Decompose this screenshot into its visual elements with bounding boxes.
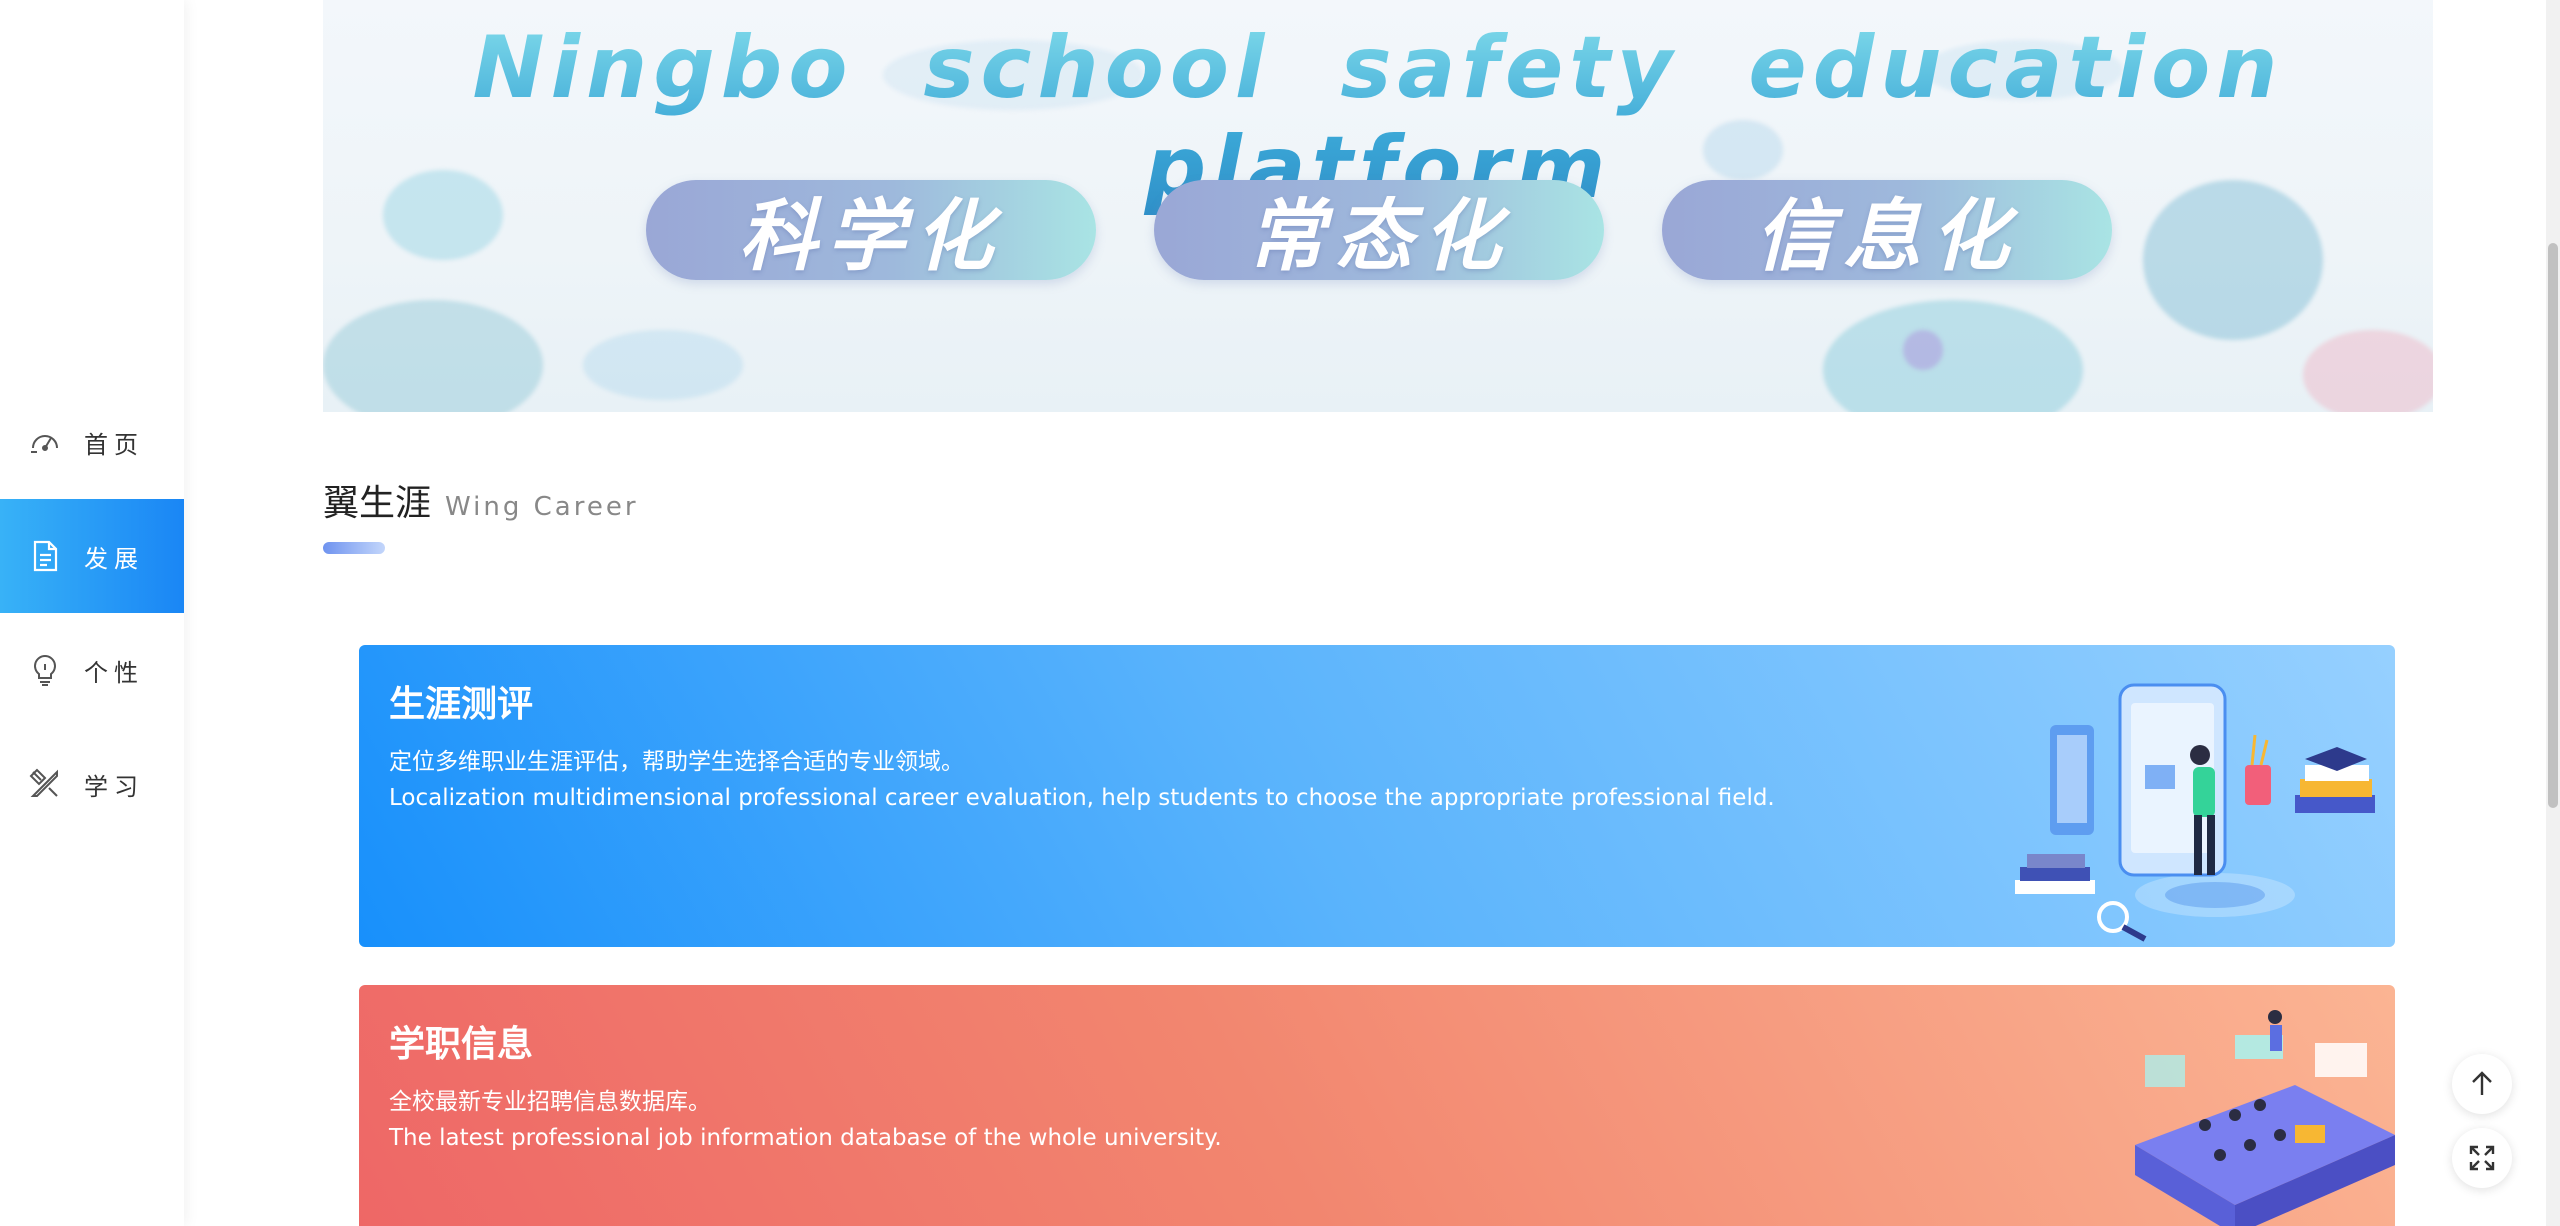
main-content: Ningbo school safety education platform … [184,0,2560,1226]
fullscreen-button[interactable] [2452,1128,2512,1188]
banner-pill-normalized: 常态化 [1154,180,1604,282]
sidebar-item-label: 个性 [84,658,144,687]
card-description-cn: 定位多维职业生涯评估，帮助学生选择合适的专业领域。 [389,749,964,775]
banner-pill-informatized: 信息化 [1662,180,2112,282]
section-heading: 翼生涯 Wing Career [323,474,639,526]
section-underline [323,542,385,554]
fullscreen-icon [2469,1145,2495,1171]
section-subtitle: Wing Career [445,492,639,522]
back-to-top-button[interactable] [2452,1054,2512,1114]
tools-icon [26,765,64,803]
sidebar-item-label: 发展 [84,544,144,573]
section-title: 翼生涯 [323,483,432,524]
dashboard-icon [26,423,64,461]
card-title: 学职信息 [389,1024,534,1065]
career-assessment-card[interactable]: 生涯测评 定位多维职业生涯评估，帮助学生选择合适的专业领域。 Localizat… [359,645,2395,947]
card-description-en: The latest professional job information … [389,1125,1222,1151]
career-illustration [2015,683,2375,942]
sidebar-item-study[interactable]: 学习 [0,727,184,841]
sidebar-item-development[interactable]: 发展 [0,499,184,613]
sidebar: 首页 发展 个性 学习 [0,0,184,1226]
job-information-card[interactable]: 学职信息 全校最新专业招聘信息数据库。 The latest professio… [359,985,2395,1226]
sidebar-item-personality[interactable]: 个性 [0,613,184,727]
arrow-up-icon [2472,1071,2492,1095]
scrollbar-thumb[interactable] [2548,243,2558,808]
lightbulb-icon [26,651,64,689]
sidebar-item-home[interactable]: 首页 [0,385,184,499]
sidebar-item-label: 学习 [84,772,144,801]
sidebar-item-label: 首页 [84,430,144,459]
hero-banner: Ningbo school safety education platform … [323,0,2433,412]
classroom-illustration [2135,1010,2395,1226]
card-description-en: Localization multidimensional profession… [389,785,1775,811]
document-icon [26,537,64,575]
banner-pill-scientific: 科学化 [646,180,1096,282]
scrollbar-track[interactable] [2546,0,2560,1226]
card-title: 生涯测评 [389,684,534,725]
card-description-cn: 全校最新专业招聘信息数据库。 [389,1089,711,1115]
